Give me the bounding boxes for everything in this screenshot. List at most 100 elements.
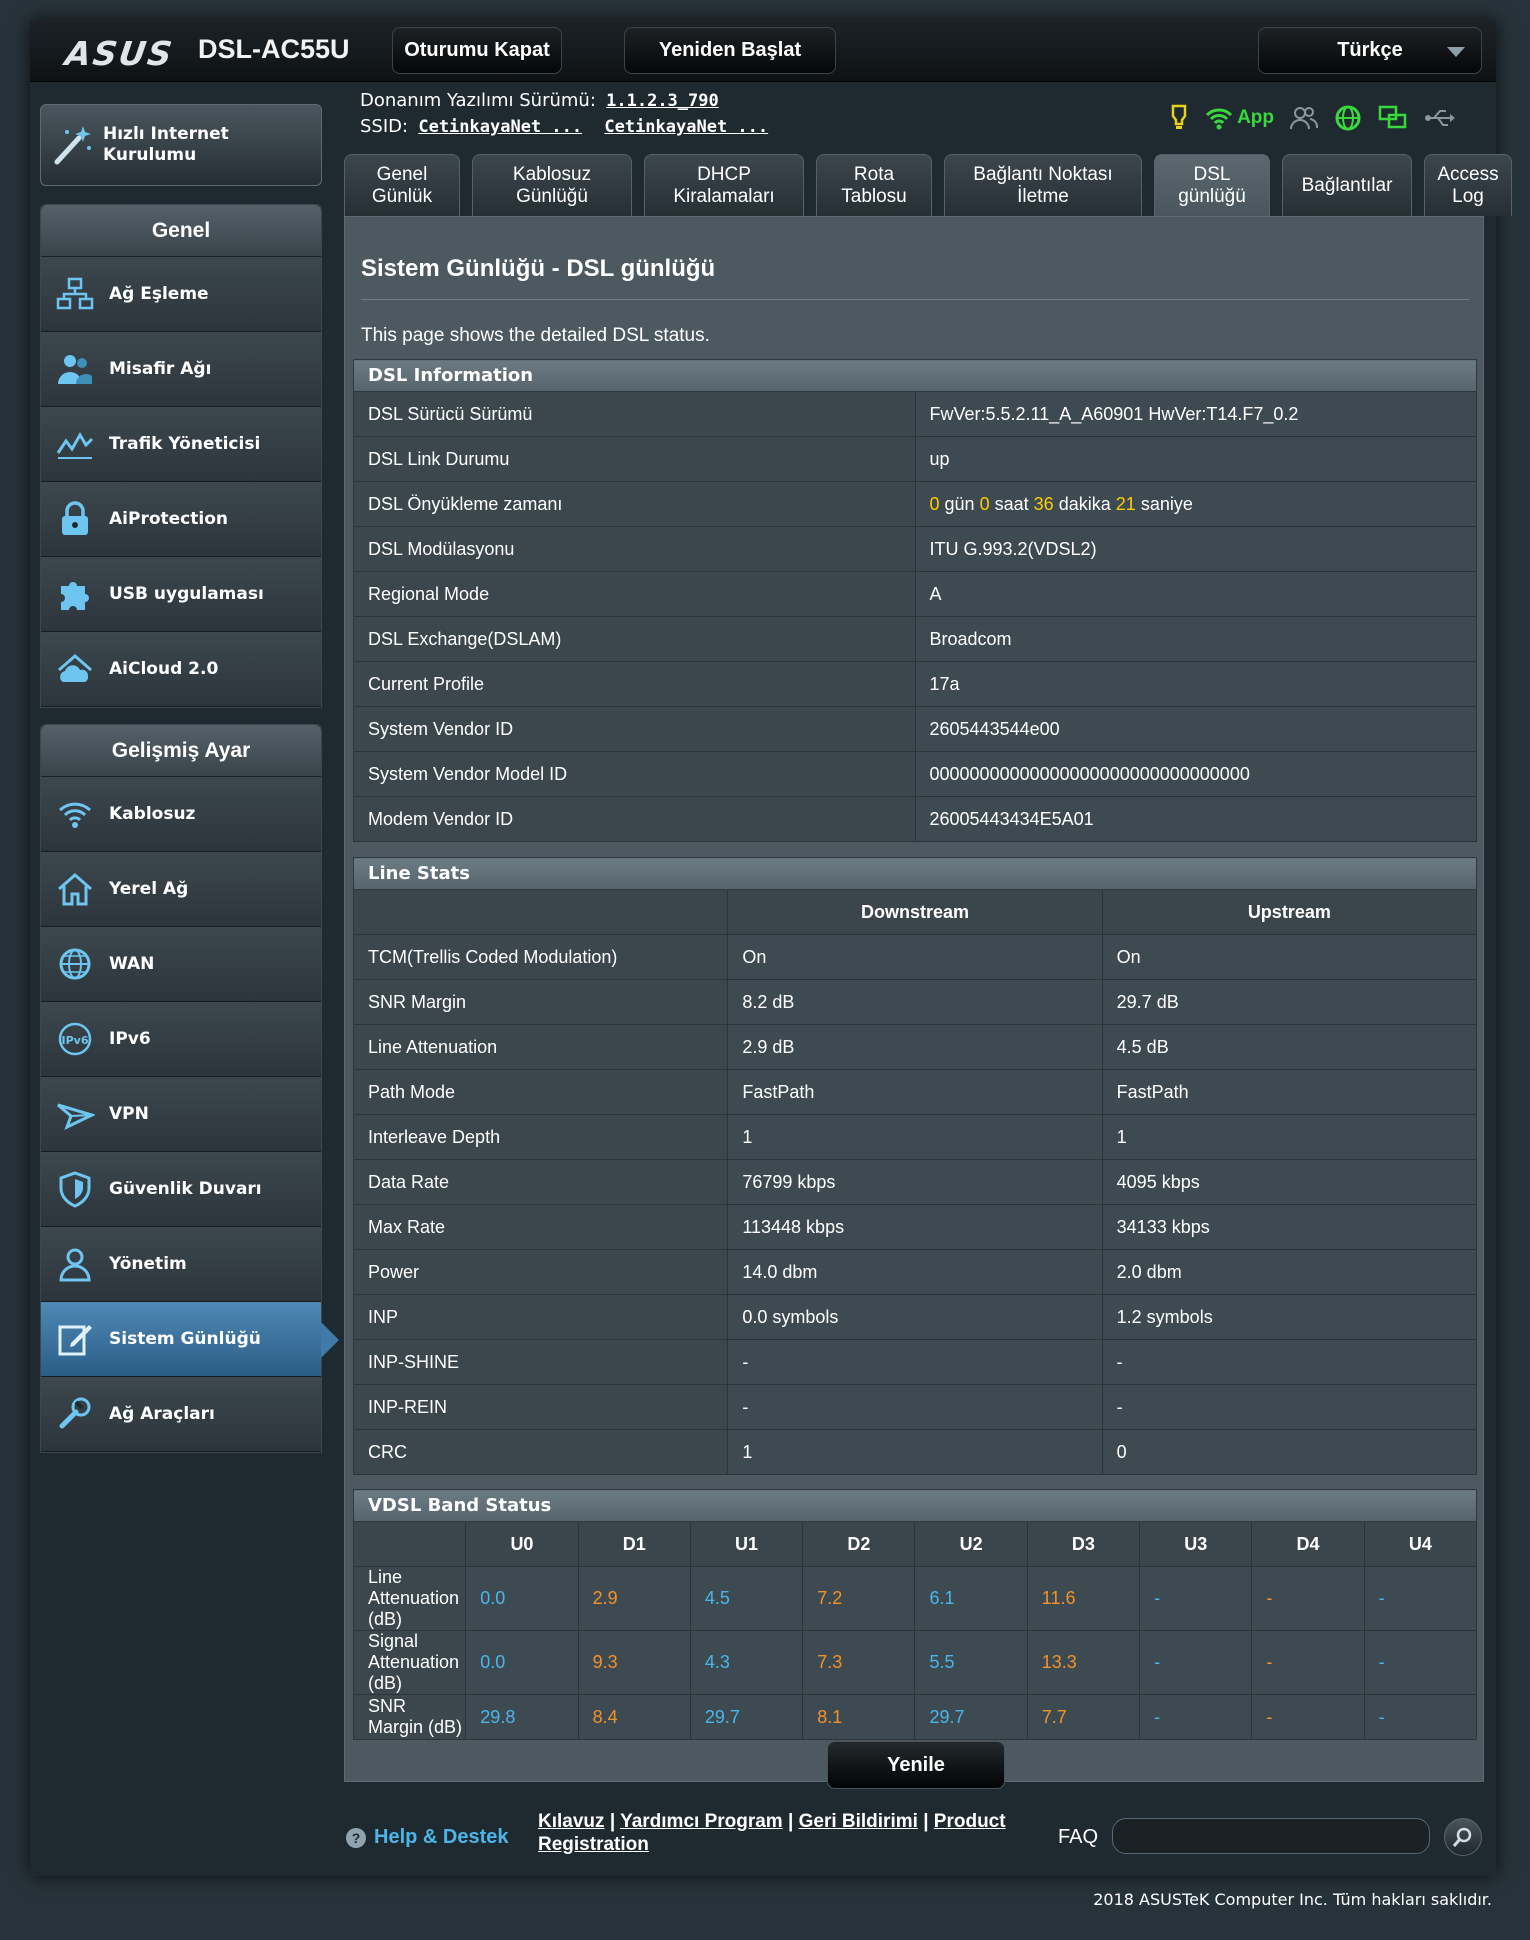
table-row: DSL Önyükleme zamanı 0 gün 0 saat 36 daki… [353, 481, 1477, 527]
line-stats-table: Line Stats Downstream Upstream TCM(Trell… [352, 857, 1478, 1475]
band-header-d3: D3 [1026, 1521, 1141, 1567]
row-value: ITU G.993.2(VDSL2) [914, 526, 1477, 572]
sidebar-item-label: Ağ Eşleme [109, 284, 209, 304]
manual-link[interactable]: Kılavuz [538, 1811, 605, 1832]
table-row: INP-REIN - - [352, 1384, 1478, 1430]
lan-icon[interactable] [1378, 105, 1408, 131]
usb-icon[interactable] [1424, 107, 1456, 129]
utility-link[interactable]: Yardımcı Program [620, 1811, 783, 1832]
language-select[interactable]: Türkçe [1258, 27, 1482, 74]
band-value-d3: 11.6 [1026, 1566, 1141, 1631]
sidebar-item-usb-uygulamas-[interactable]: USB uygulaması [41, 557, 321, 632]
band-value-u2: 5.5 [914, 1630, 1028, 1695]
lightbulb-icon[interactable] [1169, 104, 1189, 132]
row-label: TCM(Trellis Coded Modulation) [352, 934, 729, 980]
sidebar-item-ipv6[interactable]: IPv6 IPv6 [41, 1002, 321, 1077]
tab-1[interactable]: Kablosuz Günlüğü [472, 154, 632, 216]
system-info: Donanım Yazılımı Sürümü: 1.1.2.3_790 SSI… [360, 88, 780, 140]
table-row: DSL Link Durumu up [353, 436, 1477, 482]
firmware-version-link[interactable]: 1.1.2.3_790 [606, 91, 719, 111]
ssid-link-2g[interactable]: CetinkayaNet ... [418, 117, 582, 137]
row-value: 0 gün 0 saat 36 dakika 21 saniye [914, 481, 1477, 527]
language-value: Türkçe [1337, 39, 1403, 61]
faq-search-button[interactable] [1444, 1818, 1482, 1856]
band-header-d2: D2 [802, 1521, 916, 1567]
feedback-link[interactable]: Geri Bildirimi [799, 1811, 918, 1832]
downstream-value: 8.2 dB [727, 979, 1103, 1025]
general-menu: Genel Ağ Eşleme Misafir Ağı Trafik Yönetic… [40, 204, 322, 708]
sidebar-item-wan[interactable]: WAN [41, 927, 321, 1002]
table-row: SNR Margin 8.2 dB 29.7 dB [352, 979, 1478, 1025]
tab-3[interactable]: Rota Tablosu [816, 154, 932, 216]
downstream-value: - [727, 1384, 1103, 1430]
vdsl-band-table: VDSL Band Status U0 D1 U1 D2 U2 D3 U3 D4 U4 Line… [352, 1489, 1478, 1740]
sidebar-item-yerel-a-[interactable]: Yerel Ağ [41, 852, 321, 927]
band-value-u1: 4.5 [689, 1566, 804, 1631]
sidebar-item-label: Ağ Araçları [109, 1404, 215, 1424]
sidebar-item-label: AiCloud 2.0 [109, 659, 219, 679]
row-label: DSL Modülasyonu [353, 526, 916, 572]
internet-globe-icon[interactable] [1334, 104, 1362, 132]
faq-search-input[interactable] [1112, 1818, 1430, 1854]
row-value: 26005443434E5A01 [914, 796, 1477, 842]
faq-label: FAQ [1058, 1826, 1099, 1848]
sidebar-item-g-venlik-duvar-[interactable]: Güvenlik Duvarı [41, 1152, 321, 1227]
downstream-value: - [727, 1339, 1103, 1385]
link-separator: | [787, 1811, 794, 1832]
sidebar-item-kablosuz[interactable]: Kablosuz [41, 777, 321, 852]
sidebar-item-misafir-a-[interactable]: Misafir Ağı [41, 332, 321, 407]
sidebar-item-label: USB uygulaması [109, 584, 264, 604]
sidebar-item-y-netim[interactable]: Yönetim [41, 1227, 321, 1302]
band-value-d2: 7.3 [802, 1630, 916, 1695]
tab-7[interactable]: Access Log [1424, 154, 1512, 216]
tab-0[interactable]: Genel Günlük [344, 154, 460, 216]
app-wifi-icon[interactable]: App [1205, 106, 1274, 130]
app-label: App [1237, 107, 1274, 128]
row-label: Signal Attenuation (dB) [352, 1630, 467, 1695]
row-label: Line Attenuation [352, 1024, 729, 1070]
sidebar-item-a-ara-lar-[interactable]: Ağ Araçları [41, 1377, 321, 1452]
vdsl-band-title: VDSL Band Status [353, 1489, 1477, 1522]
sidebar-item-label: AiProtection [109, 509, 228, 529]
upstream-header: Upstream [1101, 889, 1478, 935]
lock-icon [41, 501, 109, 537]
clients-icon[interactable] [1290, 105, 1318, 131]
page-title: Sistem Günlüğü - DSL günlüğü [361, 255, 716, 282]
tab-2[interactable]: DHCP Kiralamaları [644, 154, 804, 216]
logout-button[interactable]: Oturumu Kapat [392, 27, 562, 74]
sidebar-item-a-e-leme[interactable]: Ağ Eşleme [41, 257, 321, 332]
help-support[interactable]: ? Help & Destek [346, 1826, 509, 1849]
band-header-u0: U0 [465, 1521, 579, 1567]
uptime-minutes-label: dakika [1058, 493, 1111, 514]
sidebar-item-vpn[interactable]: VPN [41, 1077, 321, 1152]
table-row: INP 0.0 symbols 1.2 symbols [352, 1294, 1478, 1340]
table-row: DSL Exchange(DSLAM) Broadcom [353, 616, 1477, 662]
question-icon: ? [346, 1827, 366, 1848]
tab-5[interactable]: DSL günlüğü [1154, 154, 1270, 216]
sidebar-item-trafik-y-neticisi[interactable]: Trafik Yöneticisi [41, 407, 321, 482]
band-header-u1: U1 [689, 1521, 804, 1567]
sidebar-item-aicloud-2-0[interactable]: AiCloud 2.0 [41, 632, 321, 707]
uptime-hours-label: saat [994, 493, 1029, 514]
downstream-value: 0.0 symbols [727, 1294, 1103, 1340]
sidebar-item-label: WAN [109, 954, 155, 974]
copyright: 2018 ASUSTeK Computer Inc. Tüm hakları s… [1093, 1890, 1492, 1909]
sidebar-item-sistem-g-nl-[interactable]: Sistem Günlüğü [41, 1302, 339, 1377]
tab-6[interactable]: Bağlantılar [1282, 154, 1412, 216]
band-value-d4: - [1251, 1694, 1365, 1740]
band-value-d3: 7.7 [1026, 1694, 1141, 1740]
refresh-button[interactable]: Yenile [827, 1741, 1005, 1789]
status-icons: App [1169, 100, 1456, 136]
row-label: DSL Exchange(DSLAM) [353, 616, 916, 662]
sidebar-item-label: Kablosuz [109, 804, 196, 824]
ssid-link-5g[interactable]: CetinkayaNet ... [604, 117, 768, 137]
quick-internet-setup-button[interactable]: Hızlı Internet Kurulumu [40, 104, 322, 186]
reboot-button[interactable]: Yeniden Başlat [624, 27, 836, 74]
sidebar-item-aiprotection[interactable]: AiProtection [41, 482, 321, 557]
page-description: This page shows the detailed DSL status. [361, 325, 710, 346]
band-value-d4: - [1251, 1630, 1365, 1695]
line-stats-title: Line Stats [353, 857, 1477, 890]
downstream-header: Downstream [727, 889, 1103, 935]
tab-4[interactable]: Bağlantı Noktası İletme [944, 154, 1142, 216]
firmware-label: Donanım Yazılımı Sürümü: [360, 90, 596, 111]
